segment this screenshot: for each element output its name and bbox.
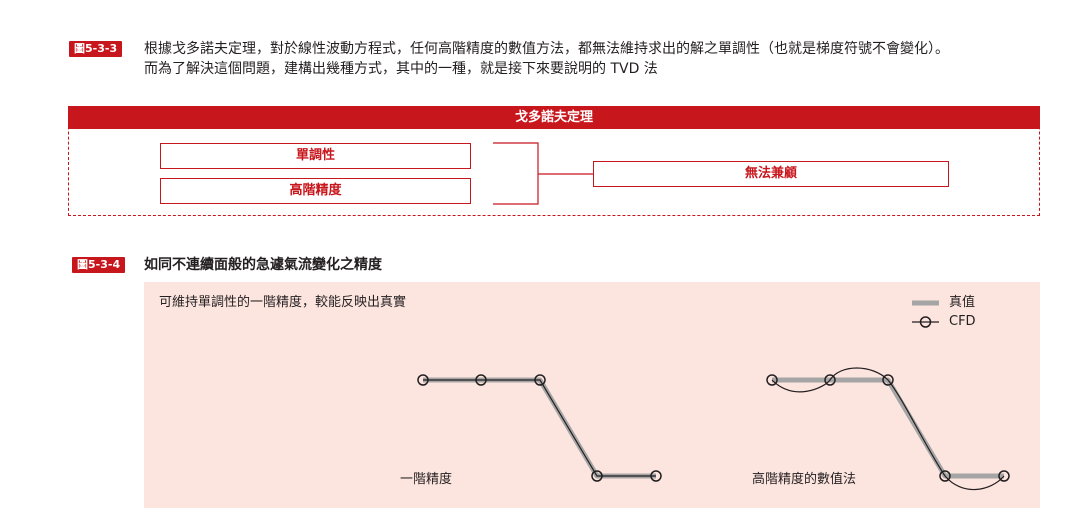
intro-text-line-1: 根據戈多諾夫定理，對於線性波動方程式，任何高階精度的數值方法，都無法維持求出的解… xyxy=(144,41,949,57)
figure-5-3-4-title: 如同不連續面般的急遽氣流變化之精度 xyxy=(144,257,382,273)
left-cfd-line xyxy=(423,379,656,477)
figure-badge-5-3-4: 圖5-3-4 xyxy=(72,257,126,273)
high-order-box: 高階精度 xyxy=(160,178,471,204)
left-true-line xyxy=(423,377,656,479)
legend-true-label: 真值 xyxy=(949,295,976,310)
godunov-header: 戈多諾夫定理 xyxy=(68,106,1040,129)
monotonic-box: 單調性 xyxy=(160,143,471,169)
result-box: 無法兼顧 xyxy=(593,161,949,187)
intro-text-line-2: 而為了解決這個問題，建構出幾種方式，其中的一種，就是接下來要說明的 TVD 法 xyxy=(144,61,658,77)
comparison-panel: 可維持單調性的一階精度，較能反映出真實 真值 CFD 一階精度 高階精度的數值法 xyxy=(144,282,1040,508)
right-true-line xyxy=(772,377,1004,479)
comparison-plot xyxy=(417,300,1010,491)
legend-cfd-label: CFD xyxy=(949,314,976,329)
figure-badge-5-3-3: 圖5-3-3 xyxy=(69,41,123,57)
left-caption: 一階精度 xyxy=(400,472,453,487)
right-caption: 高階精度的數值法 xyxy=(752,472,857,487)
